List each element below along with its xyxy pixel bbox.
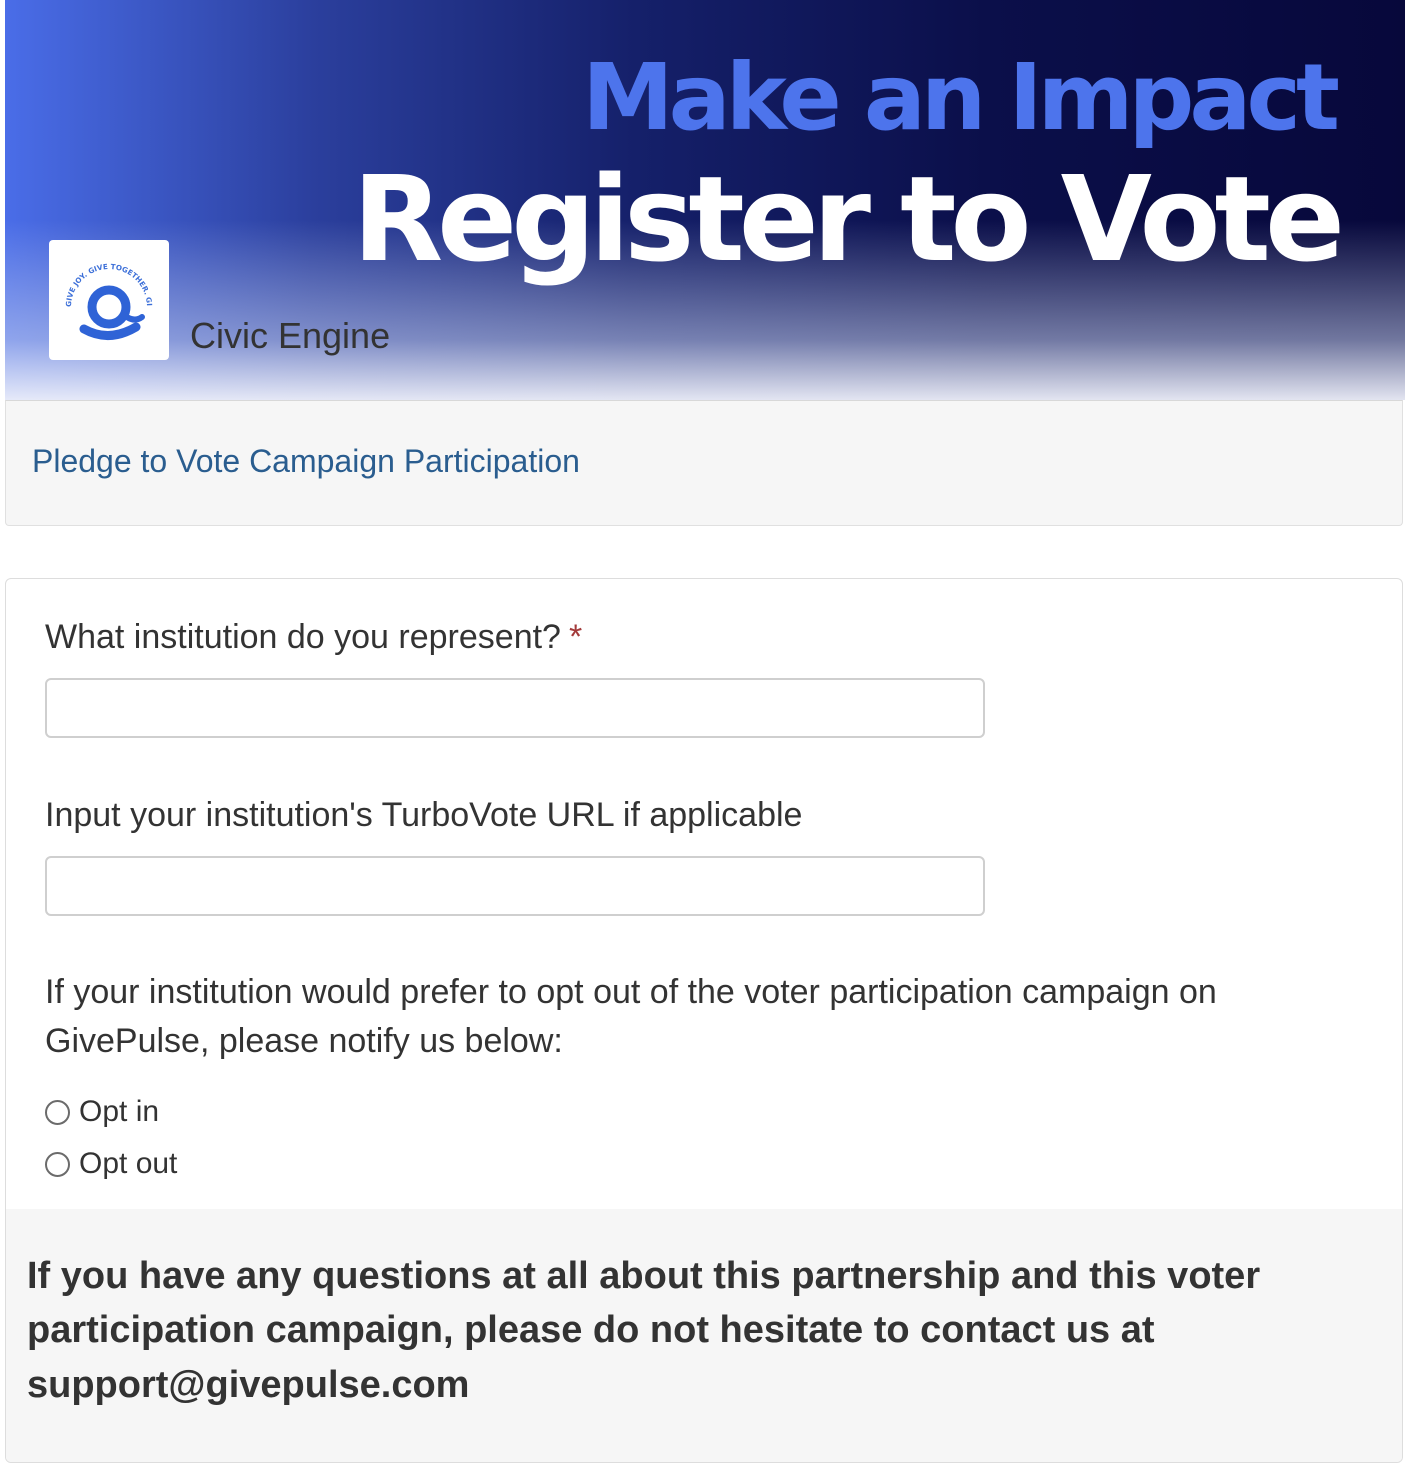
givepulse-logo-icon: GIVE JOY. GIVE TOGETHER. GIVE MORE. xyxy=(54,245,154,340)
banner-headline: Make an Impact xyxy=(582,44,1340,151)
header-banner: Make an Impact Register to Vote GIVE JOY… xyxy=(5,0,1405,400)
opt-in-radio[interactable] xyxy=(45,1099,70,1125)
turbovote-url-input[interactable] xyxy=(45,856,985,916)
opt-out-radio[interactable] xyxy=(45,1151,70,1177)
question-optout-label: If your institution would prefer to opt … xyxy=(45,973,1217,1061)
form-card: What institution do you represent? * Inpu… xyxy=(5,578,1403,1463)
contact-note-text: If you have any questions at all about t… xyxy=(27,1255,1261,1406)
organization-logo[interactable]: GIVE JOY. GIVE TOGETHER. GIVE MORE. xyxy=(49,240,169,360)
radio-option-opt-in[interactable]: Opt in xyxy=(45,1094,159,1130)
radio-option-opt-out[interactable]: Opt out xyxy=(45,1146,177,1182)
organization-name[interactable]: Civic Engine xyxy=(190,316,390,356)
question-institution-label: What institution do you represent? * xyxy=(45,613,582,662)
required-asterisk: * xyxy=(568,618,583,656)
logo-lettering: GIVE JOY. GIVE TOGETHER. GIVE MORE. xyxy=(54,245,154,307)
opt-in-label[interactable]: Opt in xyxy=(79,1095,159,1129)
page-title-link[interactable]: Pledge to Vote Campaign Participation xyxy=(32,443,580,480)
banner-subheadline: Register to Vote xyxy=(352,150,1345,288)
title-panel: Pledge to Vote Campaign Participation xyxy=(5,400,1403,526)
opt-out-label[interactable]: Opt out xyxy=(79,1147,177,1181)
contact-note-section: If you have any questions at all about t… xyxy=(6,1209,1402,1462)
institution-input[interactable] xyxy=(45,678,985,738)
question-institution-text: What institution do you represent? xyxy=(45,618,561,656)
question-turbovote-label: Input your institution's TurboVote URL i… xyxy=(45,796,803,834)
